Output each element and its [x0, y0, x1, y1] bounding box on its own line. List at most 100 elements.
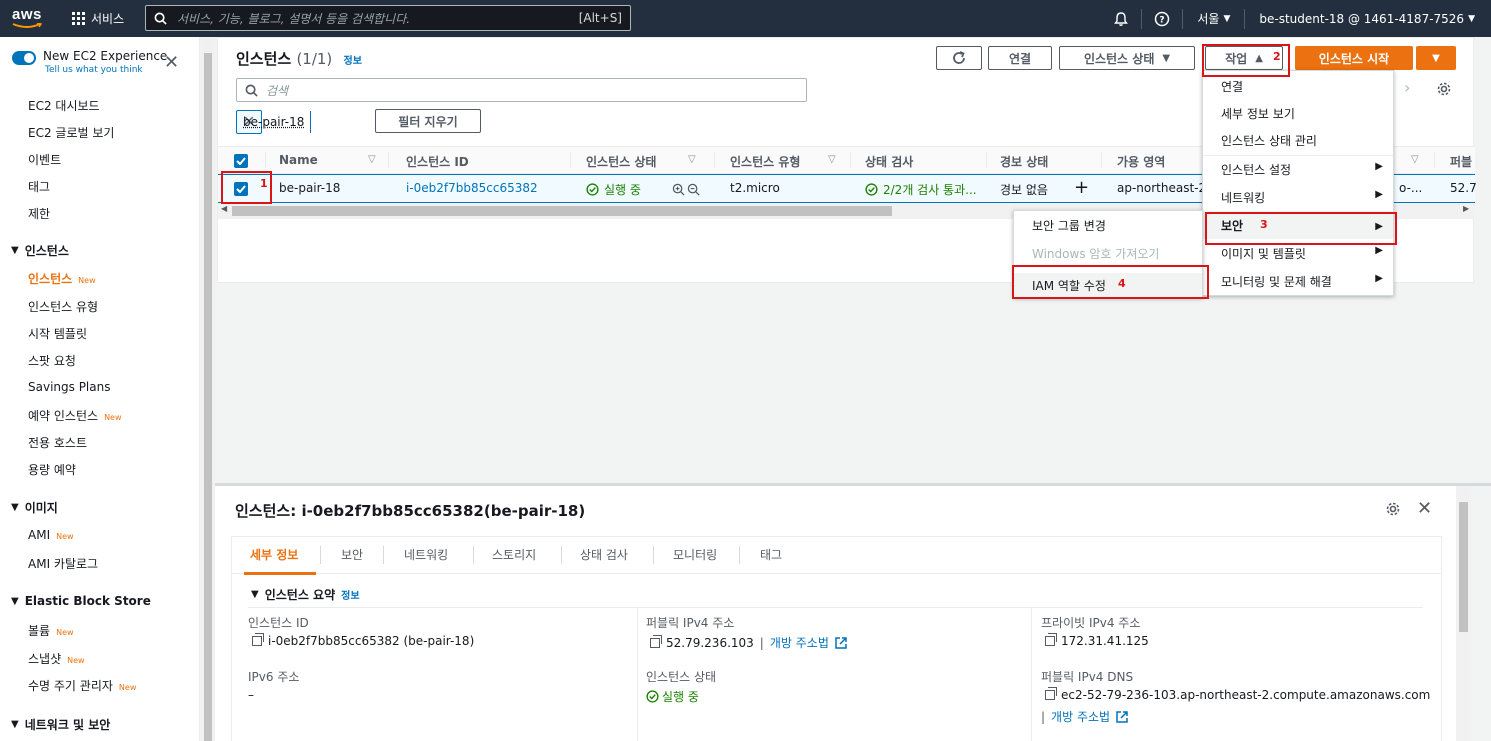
sidebar-section-instances[interactable]: ▼ 인스턴스 [11, 242, 69, 259]
row-name: be-pair-18 [279, 181, 341, 195]
gear-icon[interactable] [1385, 501, 1401, 517]
menu-item-networking[interactable]: 네트워킹 ▶ [1203, 189, 1393, 206]
chevron-right-icon[interactable]: › [1404, 78, 1410, 97]
instance-state-button[interactable]: 인스턴스 상태 ▼ [1059, 46, 1195, 70]
services-menu[interactable]: 서비스 [72, 10, 124, 27]
sort-icon[interactable]: ▽ [1411, 154, 1419, 165]
details-scrollbar[interactable] [1456, 486, 1471, 741]
tab-networking[interactable]: 네트워킹 [404, 546, 448, 563]
menu-item-monitoring[interactable]: 모니터링 및 문제 해결 ▶ [1203, 273, 1393, 290]
feedback-link[interactable]: Tell us what you think [45, 65, 167, 75]
select-all-checkbox[interactable] [234, 154, 248, 168]
copy-icon[interactable] [650, 634, 662, 648]
tab-storage[interactable]: 스토리지 [492, 546, 536, 563]
sidebar-item-volumes[interactable]: 볼륨 New [28, 622, 74, 639]
account-menu[interactable]: be-student-18 @ 1461-4187-7526 ▼ [1259, 12, 1475, 26]
add-alarm-icon[interactable]: + [1074, 177, 1089, 198]
row-instance-id-link[interactable]: i-0eb2f7bb85cc65382 [406, 181, 538, 195]
instance-state-value: 실행 중 [646, 688, 699, 705]
row-instance-state: 실행 중 [586, 181, 641, 198]
menu-item-image-templates[interactable]: 이미지 및 템플릿 ▶ [1203, 245, 1393, 262]
sidebar-item-lifecycle-manager[interactable]: 수명 주기 관리자 New [28, 677, 136, 694]
sidebar-item-ami[interactable]: AMI New [28, 528, 74, 542]
scroll-right-icon[interactable]: ▶ [1463, 204, 1469, 213]
zoom-in-icon[interactable] [672, 183, 685, 196]
sidebar-item-events[interactable]: 이벤트 [28, 151, 61, 168]
connect-button[interactable]: 연결 [988, 46, 1052, 70]
sidebar-scrollbar[interactable] [201, 37, 215, 741]
sidebar-item-tags[interactable]: 태그 [28, 178, 50, 195]
refresh-button[interactable] [936, 46, 982, 70]
column-header-instance-state[interactable]: 인스턴스 상태 [586, 153, 656, 170]
menu-item-change-security-groups[interactable]: 보안 그룹 변경 [1014, 217, 1202, 234]
copy-icon[interactable] [252, 633, 264, 646]
tab-status-checks[interactable]: 상태 검사 [580, 546, 628, 563]
info-link[interactable]: 정보 [341, 587, 359, 602]
launch-instances-button[interactable]: 인스턴스 시작 [1295, 46, 1413, 70]
sidebar-item-limits[interactable]: 제한 [28, 205, 50, 222]
tab-tags[interactable]: 태그 [760, 546, 782, 563]
sidebar-item-instances[interactable]: 인스턴스 New [28, 270, 96, 287]
sidebar-item-snapshots[interactable]: 스냅샷 New [28, 650, 85, 667]
sidebar-section-images[interactable]: ▼ 이미지 [11, 499, 58, 516]
menu-item-manage-state[interactable]: 인스턴스 상태 관리 [1203, 132, 1393, 149]
sidebar-item-dedicated-hosts[interactable]: 전용 호스트 [28, 434, 87, 451]
zoom-out-icon[interactable] [687, 183, 700, 196]
sidebar-item-capacity-reservations[interactable]: 용량 예약 [28, 461, 76, 478]
tab-details[interactable]: 세부 정보 [250, 546, 298, 563]
tab-security[interactable]: 보안 [341, 546, 363, 563]
menu-item-instance-settings[interactable]: 인스턴스 설정 ▶ [1203, 161, 1393, 178]
instance-summary-heading[interactable]: ▼ 인스턴스 요약 정보 [251, 586, 360, 603]
sort-icon[interactable]: ▽ [828, 154, 836, 165]
menu-item-connect[interactable]: 연결 [1203, 78, 1393, 95]
sidebar-item-launch-templates[interactable]: 시작 템플릿 [28, 325, 87, 342]
column-header-status-check[interactable]: 상태 검사 [865, 153, 913, 170]
sidebar-item-reserved-instances[interactable]: 예약 인스턴스 New [28, 407, 122, 424]
tab-monitoring[interactable]: 모니터링 [673, 546, 717, 563]
aws-logo[interactable]: aws [12, 7, 54, 29]
sidebar-item-savings-plans[interactable]: Savings Plans [28, 380, 110, 394]
gear-icon[interactable] [1436, 81, 1452, 97]
sidebar-item-spot-requests[interactable]: 스팟 요청 [28, 352, 76, 369]
sidebar-section-ebs[interactable]: ▼ Elastic Block Store [11, 594, 151, 608]
close-icon[interactable]: ✕ [1417, 498, 1432, 519]
row-status-check[interactable]: 2/2개 검사 통과... [865, 181, 977, 198]
caret-right-icon: ▶ [1375, 161, 1383, 172]
column-header-availability-zone[interactable]: 가용 영역 [1117, 153, 1165, 170]
info-link[interactable]: 정보 [344, 56, 362, 67]
bell-icon[interactable] [1113, 11, 1129, 27]
external-link-icon[interactable] [835, 636, 847, 649]
column-header-name[interactable]: Name [279, 153, 318, 167]
sidebar-item-instance-types[interactable]: 인스턴스 유형 [28, 298, 98, 315]
help-icon[interactable]: ? [1154, 11, 1170, 27]
launch-dropdown-button[interactable]: ▼ [1416, 46, 1456, 70]
caret-down-icon: ▼ [1223, 13, 1231, 24]
sort-icon[interactable]: ▽ [368, 154, 376, 165]
open-address-link[interactable]: 개방 주소법 [770, 634, 829, 651]
column-header-alarm-status[interactable]: 경보 상태 [1000, 153, 1048, 170]
close-icon[interactable]: ✕ [164, 54, 179, 72]
column-header-instance-id[interactable]: 인스턴스 ID [406, 153, 469, 170]
open-address-link[interactable]: 개방 주소법 [1051, 708, 1110, 725]
sidebar-item-global-view[interactable]: EC2 글로벌 보기 [28, 124, 114, 141]
copy-icon[interactable] [1045, 633, 1057, 646]
clear-filters-button[interactable]: 필터 지우기 [375, 109, 481, 133]
sidebar-section-network[interactable]: ▼ 네트워크 및 보안 [11, 716, 110, 733]
region-selector[interactable]: 서울 ▼ [1197, 10, 1230, 27]
sidebar-item-dashboard[interactable]: EC2 대시보드 [28, 97, 100, 114]
copy-icon[interactable] [1045, 687, 1057, 700]
annotation-label-2: 2 [1273, 50, 1281, 63]
sidebar-item-ami-catalog[interactable]: AMI 카탈로그 [28, 555, 98, 572]
new-experience-toggle[interactable] [12, 51, 36, 65]
scroll-left-icon[interactable]: ◀ [221, 204, 227, 213]
sort-icon[interactable]: ▽ [688, 154, 696, 165]
column-header-instance-type[interactable]: 인스턴스 유형 [730, 153, 800, 170]
global-search-input[interactable]: 서비스, 기능, 블로그, 설명서 등을 검색합니다. [Alt+S] [145, 5, 631, 31]
new-badge: New [104, 413, 122, 422]
menu-item-view-details[interactable]: 세부 정보 보기 [1203, 105, 1393, 122]
instance-search-input[interactable]: 검색 [236, 78, 807, 102]
external-link-icon[interactable] [1116, 710, 1128, 723]
public-dns-label: 퍼블릭 IPv4 DNS [1041, 670, 1134, 684]
new-badge: New [78, 276, 96, 285]
column-header-public-ip[interactable]: 퍼블 [1450, 153, 1472, 170]
